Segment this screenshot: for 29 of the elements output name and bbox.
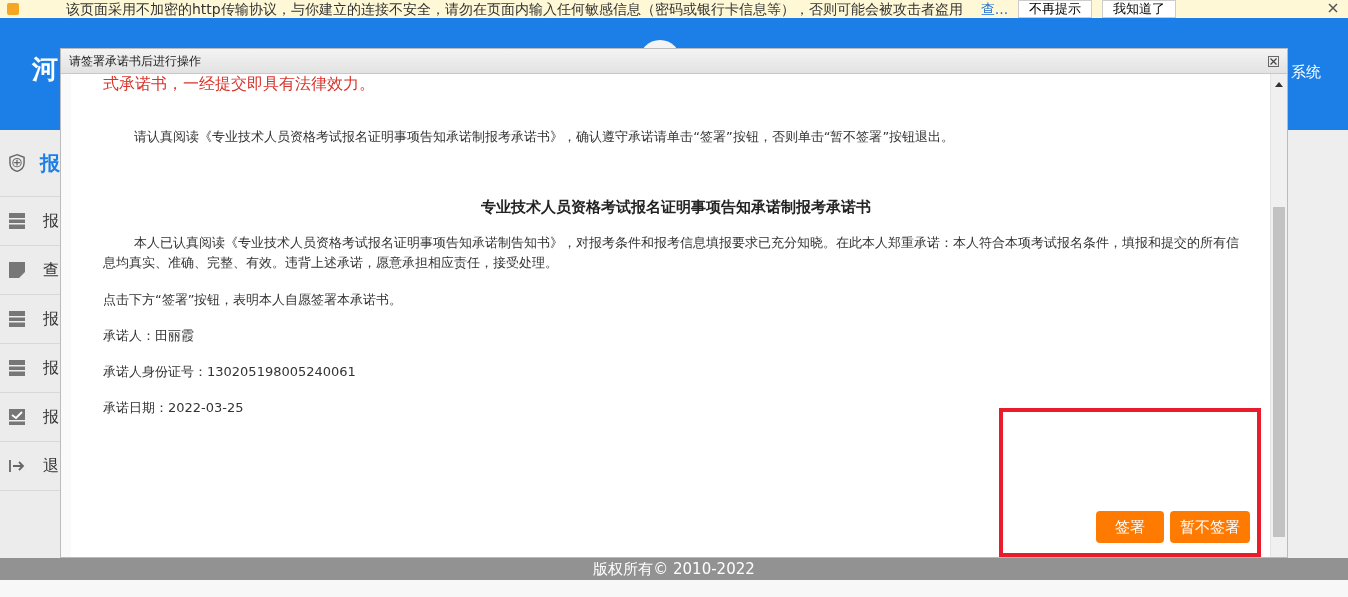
scrollbar[interactable] bbox=[1271, 74, 1287, 557]
pledge-line: 承诺人身份证号：130205198005240061 bbox=[103, 363, 357, 381]
warning-button[interactable]: 不再提示 bbox=[1018, 0, 1093, 18]
pledge-paragraph: 本人已认真阅读《专业技术人员资格考试报名证明事项告知承诺制告知书》，对报考条件和报考信息填报要求已充分知晓。在此本人郑重承诺：本人符合本项考试报名条件，填报和提交的所有信息均真实、准确、完整、有效。违背上述承诺，愿意承担相应责任，接受处理。 bbox=[103, 234, 1241, 272]
pledge-line: 承诺人：田丽霞 bbox=[103, 327, 195, 345]
document-title: 专业技术人员资格考试报名证明事项告知承诺制报考承诺书 bbox=[479, 198, 872, 217]
instruction-text: 请认真阅读《专业技术人员资格考试报名证明事项告知承诺制报考承诺书》，确认遵守承诺请单击“签署”按钮，否则单击“暂不签署”按钮退出。 bbox=[133, 128, 956, 146]
header-text: 系统 bbox=[1291, 63, 1321, 82]
warning-button[interactable]: 我知道了 bbox=[1102, 0, 1177, 18]
list-icon bbox=[9, 213, 25, 229]
sidebar-heading: 报 bbox=[40, 149, 60, 177]
close-icon[interactable] bbox=[1268, 55, 1279, 67]
pledge-line: 点击下方“签署”按钮，表明本人自愿签署本承诺书。 bbox=[103, 291, 404, 309]
pledge-line: 承诺日期：2022-03-25 bbox=[103, 399, 245, 417]
notice-text: 式承诺书，一经提交即具有法律效力。 bbox=[103, 74, 376, 94]
modal-title: 请签署承诺书后进行操作 bbox=[69, 52, 201, 70]
list-icon bbox=[9, 360, 25, 376]
copyright-text: 版权所有© 2010-2022 bbox=[593, 559, 755, 579]
warning-icon bbox=[6, 2, 20, 16]
warning-text: 该页面采用不加密的http传输协议，与你建立的连接不安全，请勿在页面内输入任何敏感信息（密码或银行卡信息等），否则可能会被攻击者盗用 bbox=[66, 0, 963, 18]
close-icon[interactable] bbox=[1328, 3, 1338, 13]
note-icon bbox=[9, 262, 25, 278]
details-link[interactable]: 查... bbox=[980, 0, 1009, 18]
checklist-icon bbox=[9, 409, 25, 425]
list-icon bbox=[9, 311, 25, 327]
scrollbar-thumb[interactable] bbox=[1273, 207, 1285, 537]
exit-icon bbox=[9, 459, 25, 473]
scroll-up-icon[interactable] bbox=[1275, 82, 1283, 87]
site-title: 河 bbox=[32, 52, 58, 86]
